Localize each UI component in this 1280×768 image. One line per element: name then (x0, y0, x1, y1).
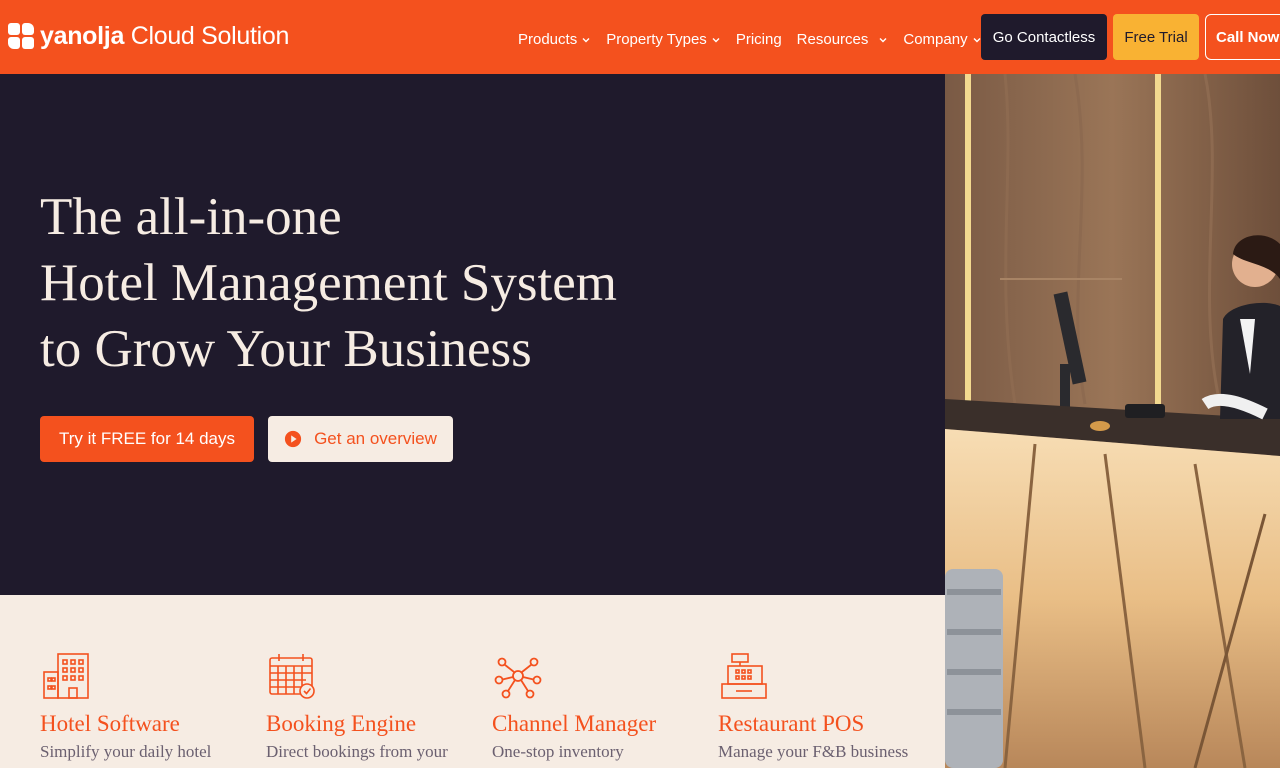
call-now-button[interactable]: Call Now (1205, 14, 1280, 60)
try-free-button[interactable]: Try it FREE for 14 days (40, 416, 254, 462)
free-trial-button[interactable]: Free Trial (1113, 14, 1199, 60)
hero-title-line-1: The all-in-one (40, 188, 342, 246)
chevron-down-icon (582, 37, 590, 42)
hero-title-line-3: to Grow Your Business (40, 320, 532, 378)
nav-pricing-label: Pricing (735, 31, 782, 48)
nav-products-label: Products (518, 31, 578, 48)
nav-property-types[interactable]: Property Types (606, 31, 721, 48)
hotel-reception-photo (945, 74, 1280, 768)
feature-description: Direct bookings from your (266, 742, 448, 761)
logo-brand: yanolja (40, 21, 125, 50)
nav-products[interactable]: Products (518, 31, 591, 48)
go-contactless-button[interactable]: Go Contactless (981, 14, 1107, 60)
get-overview-label: Get an overview (314, 429, 437, 448)
feature-description: Simplify your daily hotel (40, 742, 212, 761)
cash-register-icon (721, 653, 767, 699)
logo-mark-icon (6, 21, 36, 51)
feature-title: Restaurant POS (718, 711, 865, 736)
chevron-down-icon (712, 37, 720, 42)
nav-company[interactable]: Company (903, 31, 981, 48)
feature-title: Channel Manager (492, 711, 657, 736)
nav-resources[interactable]: Resources (797, 31, 889, 48)
get-overview-button[interactable]: Get an overview (268, 416, 453, 462)
feature-description: Manage your F&B business (718, 742, 909, 761)
logo-text: yanolja Cloud Solution (40, 22, 289, 51)
nav-company-label: Company (903, 31, 968, 48)
hero-title-line-2: Hotel Management System (40, 254, 617, 312)
yanolja-logo[interactable]: yanolja Cloud Solution (6, 20, 289, 52)
top-header: yanolja Cloud Solution Products Property… (0, 0, 1280, 74)
play-circle-icon (284, 430, 302, 448)
feature-title: Hotel Software (40, 711, 180, 736)
nav-resources-label: Resources (796, 31, 869, 48)
logo-product: Cloud Solution (130, 21, 290, 50)
features-section: Hotel Software Simplify your daily hotel… (0, 595, 945, 768)
nav-property-types-label: Property Types (606, 31, 707, 48)
calendar-icon (269, 654, 315, 699)
hero-title: The all-in-one Hotel Management System t… (40, 184, 617, 382)
main-nav: Products Property Types Pricing Resource… (518, 31, 997, 48)
reception-illustration (945, 74, 1280, 768)
feature-title: Booking Engine (266, 711, 417, 736)
feature-description: One-stop inventory (492, 742, 624, 761)
nav-pricing[interactable]: Pricing (736, 31, 782, 48)
network-icon (494, 657, 542, 699)
hero-section: The all-in-one Hotel Management System t… (0, 74, 945, 595)
building-icon (43, 653, 89, 699)
chevron-down-icon (879, 37, 887, 42)
